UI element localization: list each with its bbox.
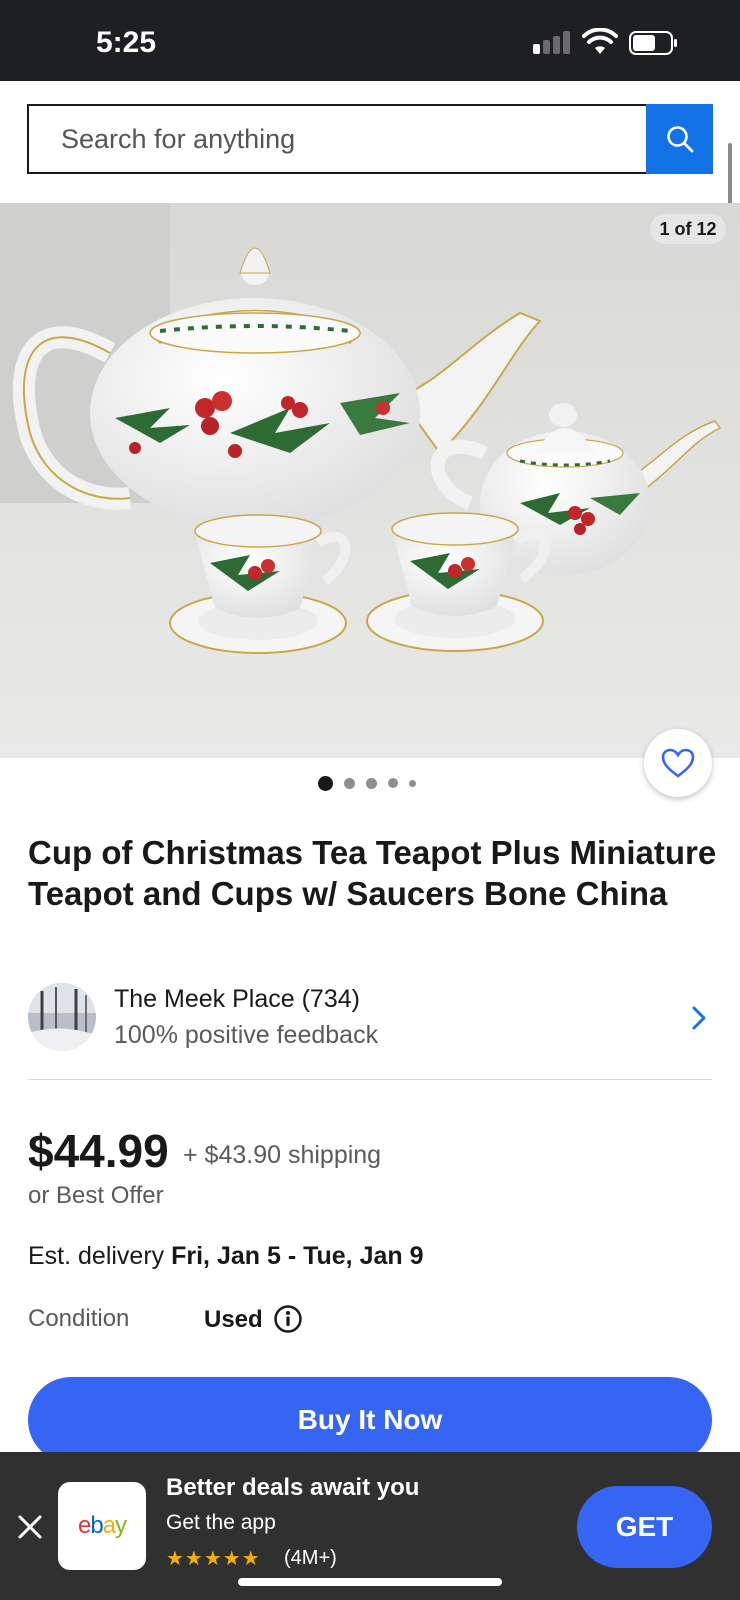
carousel-dot[interactable] xyxy=(344,777,355,789)
wifi-icon xyxy=(582,28,618,54)
carousel-dot[interactable] xyxy=(318,775,333,791)
condition-value: Used xyxy=(204,1306,263,1333)
estimated-delivery: Est. delivery Fri, Jan 5 - Tue, Jan 9 xyxy=(28,1242,424,1271)
cell-signal-icon xyxy=(533,30,573,54)
rating-stars: ★★★★★ xyxy=(166,1548,261,1570)
shipping-cost: + $43.90 shipping xyxy=(183,1141,382,1169)
product-title: Cup of Christmas Tea Teapot Plus Miniatu… xyxy=(28,834,717,912)
status-time: 5:25 xyxy=(96,26,157,59)
status-bar: 5:25 xyxy=(0,0,740,81)
ebay-logo: ebay xyxy=(58,1482,146,1570)
best-offer-note: or Best Offer xyxy=(28,1182,164,1209)
image-counter: 1 of 12 xyxy=(650,214,726,244)
carousel-dot[interactable] xyxy=(366,777,377,789)
condition-label: Condition xyxy=(28,1305,130,1332)
delivery-dates: Fri, Jan 5 - Tue, Jan 9 xyxy=(171,1242,424,1270)
seller-row[interactable]: The Meek Place (734) 100% positive feedb… xyxy=(28,983,712,1053)
search-input[interactable] xyxy=(29,106,647,172)
price: $44.99 xyxy=(28,1125,169,1177)
rating-count: (4M+) xyxy=(284,1547,337,1569)
seller-avatar xyxy=(28,983,96,1051)
teapot-set-photo xyxy=(0,203,740,758)
search-bar xyxy=(27,104,647,174)
banner-title: Better deals await you xyxy=(166,1474,420,1501)
image-carousel-dots[interactable] xyxy=(318,775,416,791)
get-app-button[interactable]: GET xyxy=(577,1486,712,1568)
seller-feedback: 100% positive feedback xyxy=(114,1021,379,1049)
buy-it-now-button[interactable]: Buy It Now xyxy=(28,1377,712,1463)
home-indicator[interactable] xyxy=(238,1578,502,1586)
divider xyxy=(28,1079,712,1080)
seller-name[interactable]: The Meek Place (734) xyxy=(114,985,360,1014)
search-icon xyxy=(666,126,693,153)
info-icon[interactable] xyxy=(273,1304,303,1334)
banner-subtitle: Get the app xyxy=(166,1511,276,1534)
watchlist-button[interactable] xyxy=(644,729,712,797)
close-icon[interactable] xyxy=(14,1511,46,1543)
product-image[interactable] xyxy=(0,203,740,758)
chevron-right-icon[interactable] xyxy=(688,1003,710,1033)
heart-icon xyxy=(661,748,695,778)
carousel-dot[interactable] xyxy=(388,778,398,788)
search-button[interactable] xyxy=(646,104,713,174)
delivery-label: Est. delivery xyxy=(28,1242,172,1270)
carousel-dot[interactable] xyxy=(409,779,416,787)
battery-icon xyxy=(629,31,677,55)
